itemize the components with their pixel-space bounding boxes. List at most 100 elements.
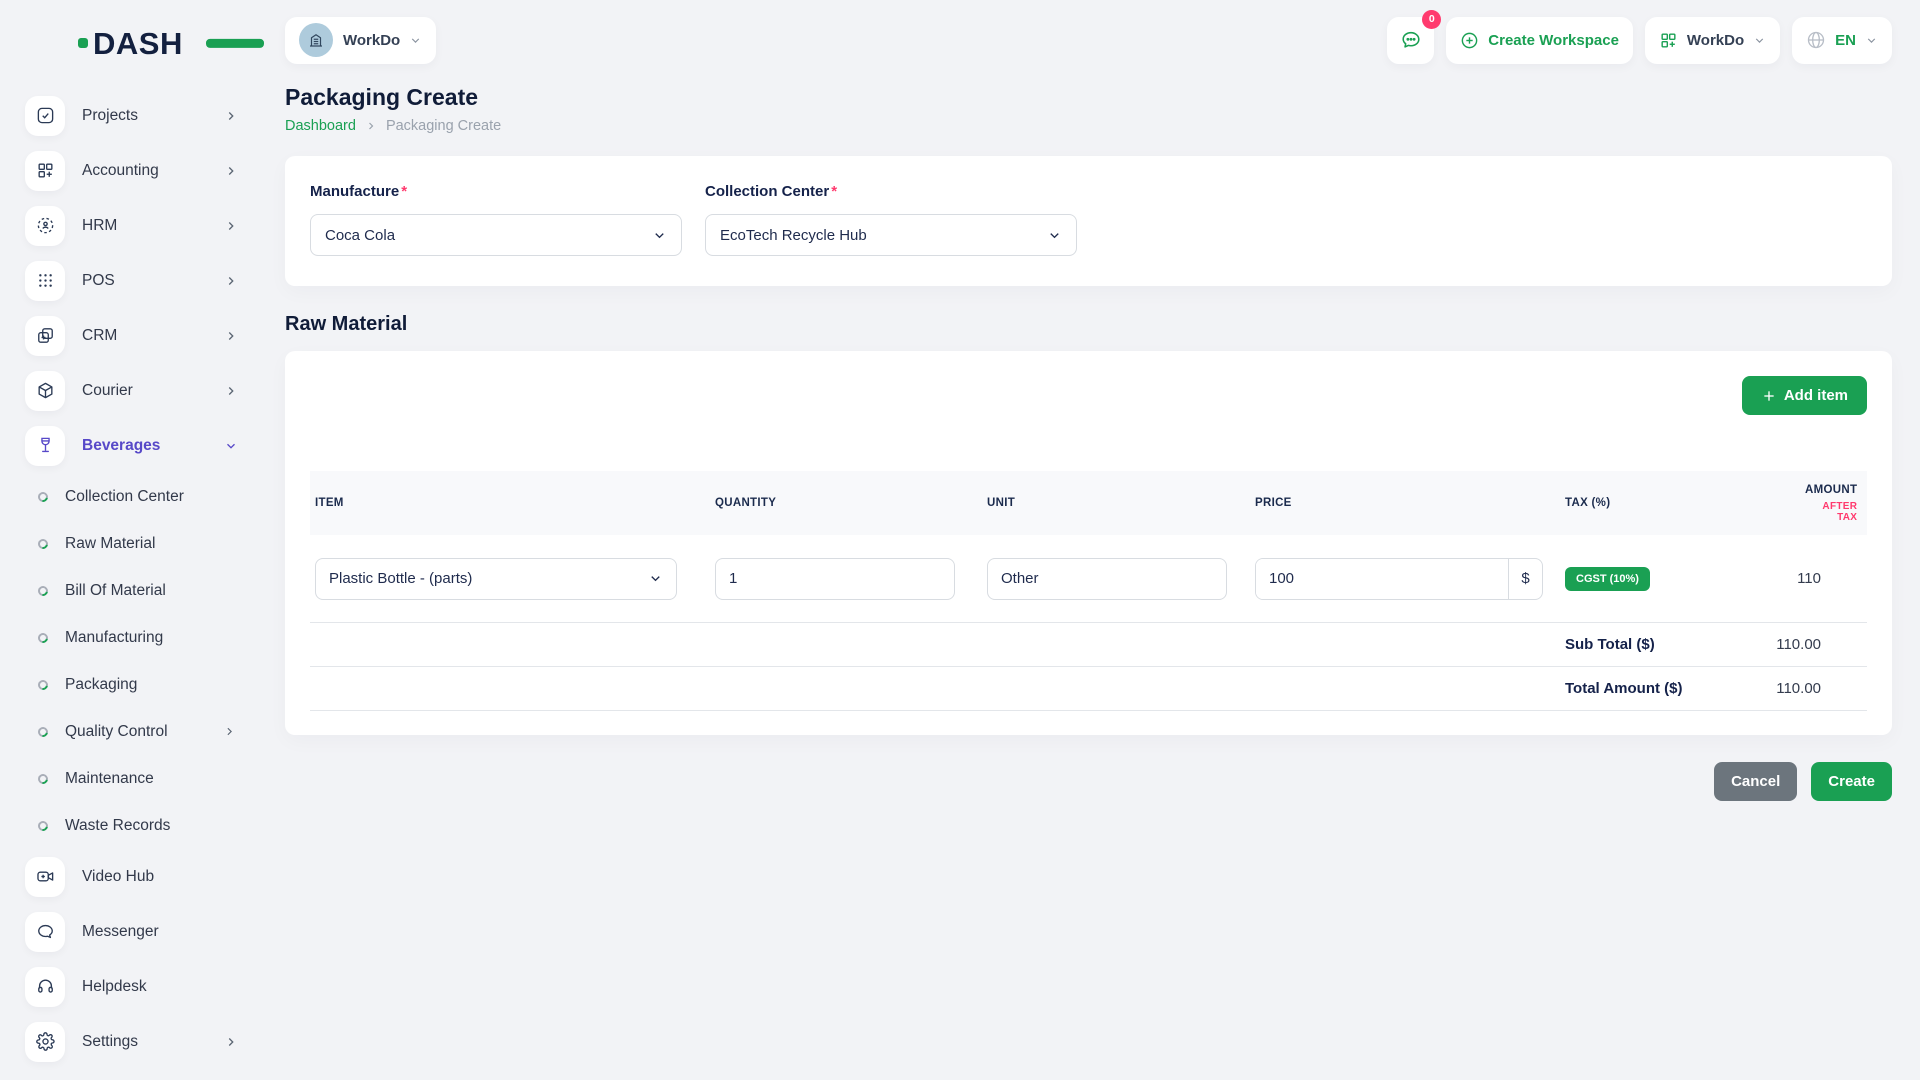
sidebar-subitem-packaging[interactable]: Packaging: [0, 661, 258, 708]
plus-icon: [1761, 388, 1777, 404]
sidebar: DASH Projects Accounting HRM: [0, 0, 258, 1080]
sidebar-subitem-collection-center[interactable]: Collection Center: [0, 473, 258, 520]
breadcrumb-dashboard-link[interactable]: Dashboard: [285, 118, 356, 134]
workspace-selector[interactable]: WorkDo: [285, 17, 436, 64]
squares-overlap-icon: [25, 316, 65, 356]
sidebar-subitem-label: Collection Center: [65, 488, 236, 506]
price-input-group: $: [1255, 558, 1543, 600]
col-header-amount: AMOUNT AFTER TAX: [1775, 484, 1903, 523]
table-row: Plastic Bottle - (parts) $: [310, 535, 1867, 623]
add-item-button[interactable]: Add item: [1742, 376, 1867, 415]
manufacture-select-value: Coca Cola: [325, 227, 395, 244]
sidebar-subitem-waste-records[interactable]: Waste Records: [0, 802, 258, 849]
sidebar-subitem-label: Waste Records: [65, 817, 236, 835]
unit-input[interactable]: [987, 558, 1227, 600]
headset-icon: [25, 967, 65, 1007]
sidebar-item-crm[interactable]: CRM: [0, 308, 258, 363]
sidebar-item-beverages[interactable]: Beverages: [0, 418, 258, 473]
logo-dash-icon: [206, 39, 264, 48]
collection-center-label: Collection Center*: [705, 183, 1077, 200]
sidebar-subitem-label: Manufacturing: [65, 629, 236, 647]
sidebar-subitem-label: Maintenance: [65, 770, 236, 788]
sidebar-item-label: Settings: [82, 1033, 224, 1051]
subtotal-label: Sub Total ($): [1535, 636, 1775, 653]
dots-grid-icon: [25, 261, 65, 301]
bullet-icon: [36, 490, 50, 504]
page-content: Packaging Create Dashboard Packaging Cre…: [285, 84, 1892, 801]
col-header-item: ITEM: [310, 497, 685, 509]
messages-button[interactable]: 0: [1387, 17, 1434, 64]
breadcrumb-current: Packaging Create: [386, 118, 501, 134]
chevron-right-icon: [224, 329, 238, 343]
sidebar-item-label: POS: [82, 272, 224, 290]
col-header-price: PRICE: [1225, 497, 1535, 509]
sidebar-item-messenger[interactable]: Messenger: [0, 904, 258, 959]
language-selector[interactable]: EN: [1792, 17, 1892, 64]
raw-material-heading: Raw Material: [285, 313, 1892, 336]
language-label: EN: [1835, 32, 1856, 49]
sidebar-item-video-hub[interactable]: Video Hub: [0, 849, 258, 904]
bullet-icon: [36, 584, 50, 598]
sidebar-item-courier[interactable]: Courier: [0, 363, 258, 418]
company-menu[interactable]: WorkDo: [1645, 17, 1780, 64]
collection-center-field-group: Collection Center* EcoTech Recycle Hub: [705, 183, 1077, 256]
sidebar-subitem-label: Bill Of Material: [65, 582, 236, 600]
sidebar-subitem-bill-of-material[interactable]: Bill Of Material: [0, 567, 258, 614]
price-input[interactable]: [1256, 559, 1508, 599]
total-label: Total Amount ($): [1535, 680, 1775, 697]
sidebar-subitem-raw-material[interactable]: Raw Material: [0, 520, 258, 567]
bullet-icon: [36, 772, 50, 786]
table-header-row: ITEM QUANTITY UNIT PRICE TAX (%) AMOUNT …: [310, 471, 1867, 535]
item-select[interactable]: Plastic Bottle - (parts): [315, 558, 677, 600]
sidebar-item-helpdesk[interactable]: Helpdesk: [0, 959, 258, 1014]
packaging-form-card: Manufacture* Coca Cola Collection Center…: [285, 156, 1892, 286]
sidebar-item-accounting[interactable]: Accounting: [0, 143, 258, 198]
check-square-icon: [25, 96, 65, 136]
chevron-right-icon: [365, 120, 377, 132]
manufacture-field-group: Manufacture* Coca Cola: [310, 183, 682, 256]
chevron-right-icon: [224, 274, 238, 288]
breadcrumb: Dashboard Packaging Create: [285, 118, 1892, 134]
raw-material-card: Add item ITEM QUANTITY UNIT PRICE TAX (%…: [285, 351, 1892, 735]
chevron-right-icon: [223, 725, 236, 738]
chevron-down-icon: [1047, 228, 1062, 243]
col-header-unit: UNIT: [957, 497, 1225, 509]
sidebar-item-projects[interactable]: Projects: [0, 88, 258, 143]
messages-count-badge: 0: [1422, 10, 1441, 29]
collection-center-select[interactable]: EcoTech Recycle Hub: [705, 214, 1077, 256]
sidebar-item-label: Video Hub: [82, 868, 238, 886]
manufacture-select[interactable]: Coca Cola: [310, 214, 682, 256]
user-scan-icon: [25, 206, 65, 246]
sidebar-item-label: CRM: [82, 327, 224, 345]
sidebar-subitem-manufacturing[interactable]: Manufacturing: [0, 614, 258, 661]
sidebar-subitem-quality-control[interactable]: Quality Control: [0, 708, 258, 755]
quantity-input[interactable]: [715, 558, 955, 600]
bullet-icon: [36, 725, 50, 739]
sidebar-subitem-maintenance[interactable]: Maintenance: [0, 755, 258, 802]
bullet-icon: [36, 819, 50, 833]
sidebar-item-hrm[interactable]: HRM: [0, 198, 258, 253]
chevron-down-icon: [1753, 34, 1766, 47]
sidebar-item-label: Beverages: [82, 437, 224, 455]
globe-icon: [1806, 30, 1826, 50]
plus-circle-icon: [1460, 31, 1479, 50]
chevron-down-icon: [648, 571, 663, 586]
tax-badge: CGST (10%): [1565, 567, 1650, 591]
chevron-right-icon: [224, 219, 238, 233]
sidebar-item-settings[interactable]: Settings: [0, 1014, 258, 1069]
chevron-right-icon: [224, 1035, 238, 1049]
sidebar-item-label: Courier: [82, 382, 224, 400]
chevron-down-icon: [224, 439, 238, 453]
create-workspace-button[interactable]: Create Workspace: [1446, 17, 1633, 64]
raw-material-table: ITEM QUANTITY UNIT PRICE TAX (%) AMOUNT …: [310, 471, 1867, 711]
brand-logo[interactable]: DASH: [78, 26, 238, 60]
logo-dot-icon: [78, 38, 88, 48]
bullet-icon: [36, 537, 50, 551]
company-menu-label: WorkDo: [1687, 32, 1744, 49]
cancel-button[interactable]: Cancel: [1714, 762, 1797, 801]
sidebar-item-pos[interactable]: POS: [0, 253, 258, 308]
create-button[interactable]: Create: [1811, 762, 1892, 801]
collection-center-select-value: EcoTech Recycle Hub: [720, 227, 867, 244]
sidebar-subitem-label: Packaging: [65, 676, 236, 694]
bullet-icon: [36, 631, 50, 645]
